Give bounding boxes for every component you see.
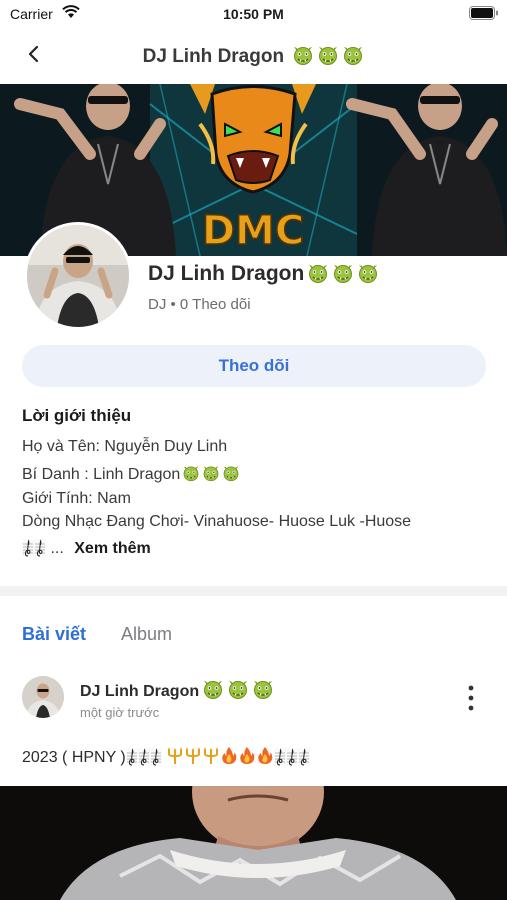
more-options-icon[interactable] <box>462 684 480 712</box>
avatar[interactable] <box>24 222 132 330</box>
dragon-face-icon <box>358 264 378 284</box>
post-timestamp: một giờ trước <box>80 705 160 720</box>
fire-icon <box>258 747 273 764</box>
music-score-icon <box>125 748 138 766</box>
trident-icon <box>203 746 220 765</box>
page-title: DJ Linh Dragon <box>0 44 507 68</box>
post-image[interactable] <box>0 786 507 900</box>
dragon-face-icon <box>203 465 220 482</box>
post-text-prefix: 2023 ( HPNY ) <box>22 749 126 766</box>
page-title-text: DJ Linh Dragon <box>142 46 285 67</box>
nav-bar: DJ Linh Dragon <box>0 30 507 82</box>
dragon-face-icon <box>223 465 240 482</box>
section-divider <box>0 586 507 596</box>
status-bar: Carrier 10:50 PM <box>0 0 507 28</box>
music-score-icon <box>34 539 46 557</box>
dragon-face-icon <box>293 46 314 66</box>
profile-name: DJ Linh Dragon <box>148 262 379 286</box>
music-score-icon <box>149 748 162 766</box>
post-photo <box>0 786 507 900</box>
bio-ellipsis: ... <box>50 540 64 557</box>
follow-button[interactable]: Theo dõi <box>22 345 486 387</box>
music-score-icon <box>286 748 299 766</box>
music-score-icon <box>22 539 34 557</box>
profile-name-text: DJ Linh Dragon <box>148 262 305 285</box>
banner-logo-text: DMC <box>202 208 304 254</box>
post-author-name: DJ Linh Dragon <box>80 678 274 701</box>
fire-icon <box>222 747 237 764</box>
intro-title: Lời giới thiệu <box>22 406 132 425</box>
dragon-face-icon <box>308 264 328 284</box>
bio-line: Họ và Tên: Nguyễn Duy Linh <box>22 438 228 455</box>
battery-icon <box>469 6 498 20</box>
bio-line: Bí Danh : Linh Dragon <box>22 466 181 483</box>
post-author-text: DJ Linh Dragon <box>80 683 200 700</box>
bio-line-alias: Bí Danh : Linh Dragon <box>22 464 240 484</box>
trident-icon <box>167 746 184 765</box>
dragon-face-icon <box>333 264 353 284</box>
post-text: 2023 ( HPNY ) <box>22 746 311 767</box>
clock: 10:50 PM <box>223 6 284 22</box>
post-author-avatar[interactable] <box>22 676 64 718</box>
dragon-face-icon <box>228 680 248 700</box>
profile-meta: DJ • 0 Theo dõi <box>148 296 251 313</box>
trident-icon <box>185 746 202 765</box>
fire-icon <box>240 747 255 764</box>
dragon-face-icon <box>253 680 273 700</box>
tab-album[interactable]: Album <box>121 624 172 645</box>
dragon-face-icon <box>183 465 200 482</box>
music-score-icon <box>274 748 287 766</box>
dragon-face-icon <box>318 46 339 66</box>
bio-line-more: ... Xem thêm <box>22 539 151 558</box>
post-avatar-image <box>22 676 64 718</box>
music-score-icon <box>137 748 150 766</box>
bio-line: Dòng Nhạc Đang Chơi- Vinahuose- Huose Lu… <box>22 513 412 530</box>
see-more-link[interactable]: Xem thêm <box>74 540 150 557</box>
avatar-image <box>27 225 129 327</box>
bio-line: Giới Tính: Nam <box>22 490 131 507</box>
music-score-icon <box>298 748 311 766</box>
tab-posts[interactable]: Bài viết <box>22 624 86 645</box>
dragon-face-icon <box>343 46 364 66</box>
title-emoji-group <box>289 46 364 67</box>
dragon-face-icon <box>203 680 223 700</box>
